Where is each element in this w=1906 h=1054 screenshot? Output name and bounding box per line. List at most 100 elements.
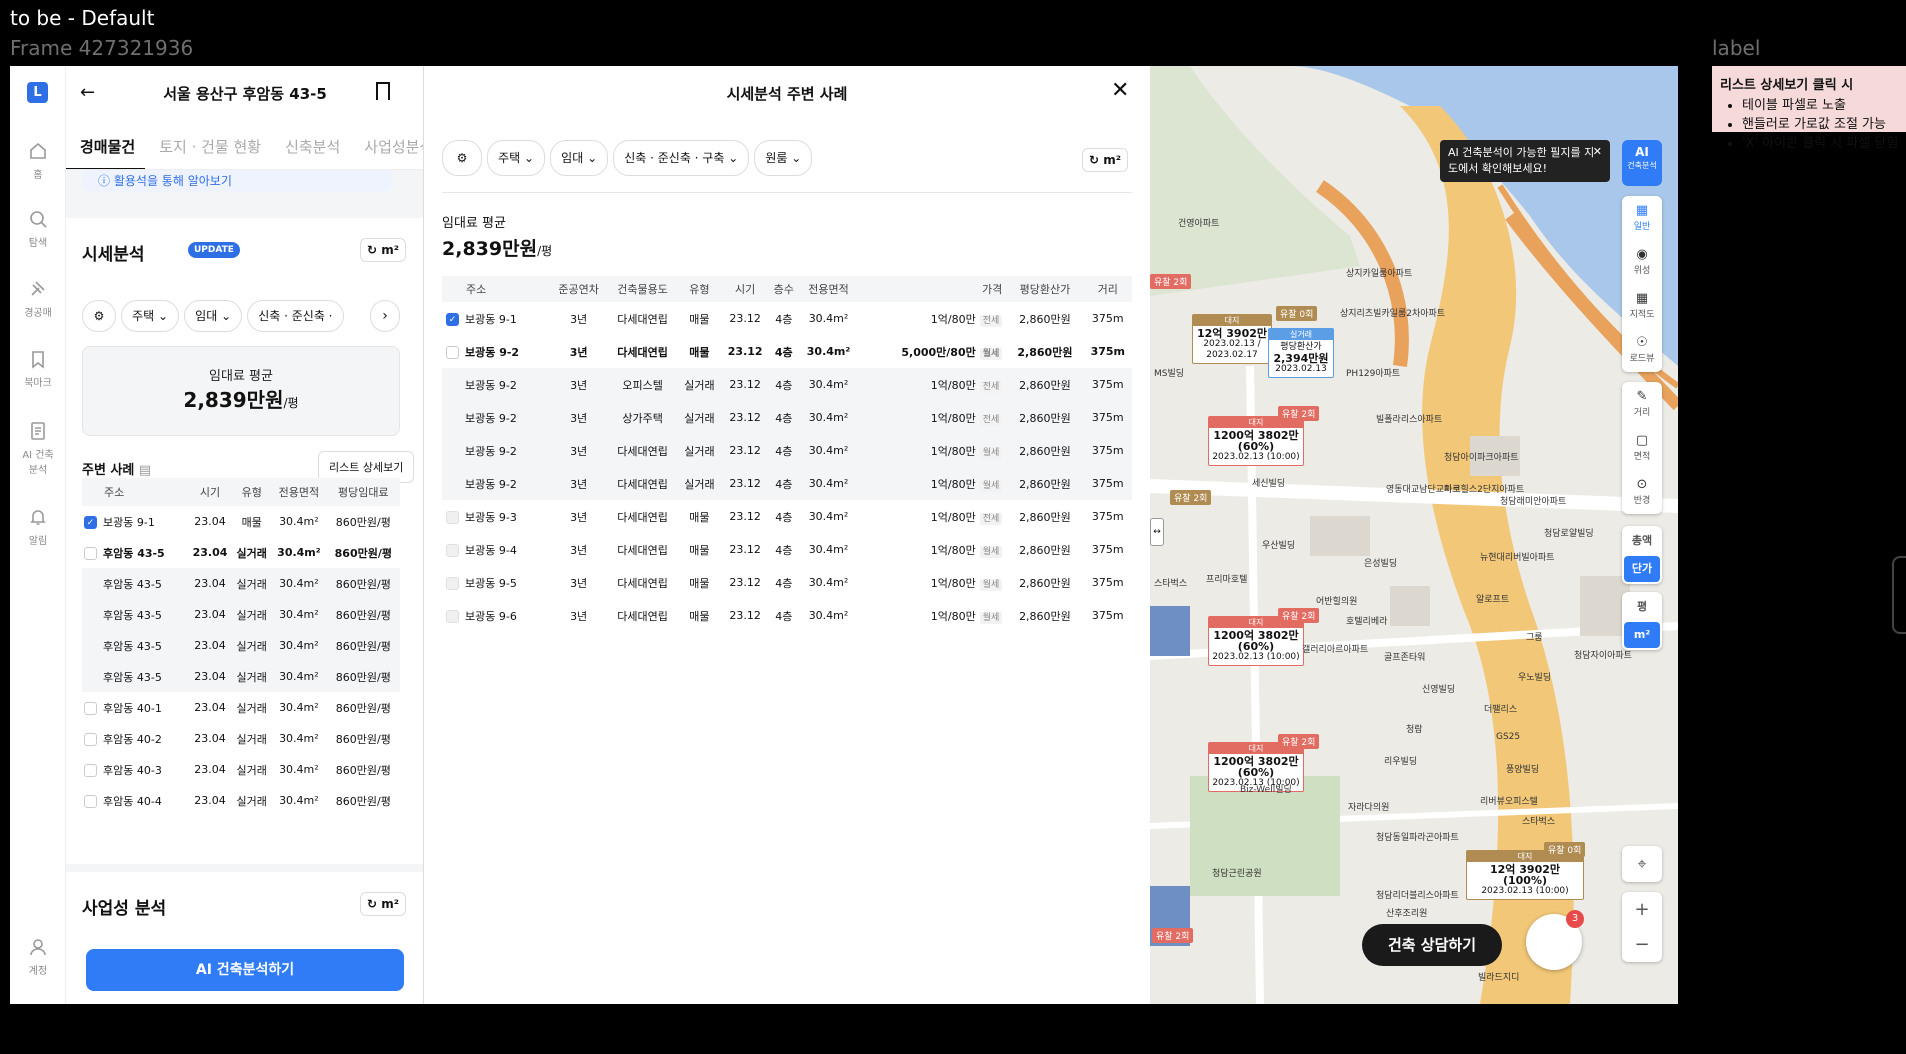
sidebar-item-home[interactable]: 홈: [10, 140, 66, 181]
measure-area-button[interactable]: ▢ 면적: [1622, 426, 1662, 470]
unit-pyeong[interactable]: 평: [1622, 594, 1662, 620]
table-row[interactable]: 후암동 43-5 23.04 실거래 30.4m² 860만원/평: [82, 537, 400, 568]
row-expand-checkbox[interactable]: [84, 547, 97, 560]
row-checkbox[interactable]: ✓: [84, 516, 97, 529]
row-checkbox[interactable]: [446, 544, 459, 557]
map-price-pin[interactable]: 대지 12억 3902만 (100%) 2023.02.13 (10:00): [1466, 850, 1584, 900]
filter-settings-icon[interactable]: ⚙: [82, 300, 116, 332]
layer-satellite-button[interactable]: ◉ 위성: [1622, 240, 1662, 284]
table-row[interactable]: 후암동 40-2 23.04 실거래 30.4m² 860만원/평: [82, 723, 400, 754]
sidebar-item-ai-analysis[interactable]: AI 건축분석: [10, 420, 66, 476]
filter-chip-rent[interactable]: 임대 ⌄: [184, 300, 243, 332]
chevron-right-icon[interactable]: ›: [370, 300, 400, 332]
ai-analysis-map-button[interactable]: AI 건축분석: [1622, 140, 1662, 186]
ai-analysis-button[interactable]: AI 건축분석하기: [86, 949, 404, 991]
row-checkbox[interactable]: [84, 702, 97, 715]
unit-toggle-button[interactable]: ↻ m²: [360, 238, 406, 262]
map-price-pin[interactable]: 대지 12억 3902만 2023.02.13 / 2023.02.17: [1192, 314, 1272, 364]
bookmark-icon[interactable]: [376, 82, 390, 100]
layer-cadastral-button[interactable]: ▦ 지적도: [1622, 284, 1662, 328]
map-price-pin[interactable]: 대지 1200억 3802만 (60%) 2023.02.13 (10:00): [1208, 616, 1304, 666]
note-item: 'X' 아이콘 클릭 시 파셀 닫힘: [1742, 134, 1906, 153]
measure-radius-button[interactable]: ⊙ 반경: [1622, 470, 1662, 514]
filter-chip-age[interactable]: 신축 · 준신축 ·: [247, 300, 344, 332]
layer-normal-button[interactable]: ▦ 일반: [1622, 196, 1662, 240]
row-checkbox[interactable]: [446, 577, 459, 590]
layer-roadview-button[interactable]: ☉ 로드뷰: [1622, 328, 1662, 372]
table-row[interactable]: 후암동 43-5 23.04 실거래 30.4m² 860만원/평: [82, 630, 400, 661]
table-row[interactable]: 후암동 43-5 23.04 실거래 30.4m² 860만원/평: [82, 661, 400, 692]
map-place-label: 더팰리스: [1484, 705, 1518, 715]
cell-address: 보광동 9-5: [442, 566, 550, 599]
table-row[interactable]: 보광동 9-2 3년 다세대연립 실거래 23.12 4층 30.4m² 1억/80만 월세 2,…: [442, 434, 1132, 467]
close-icon[interactable]: ✕: [1111, 78, 1129, 103]
unit-sqm[interactable]: m²: [1624, 622, 1660, 648]
table-row[interactable]: 보광동 9-5 3년 다세대연립 매물 23.12 4층 30.4m² 1억/80만 월세 2,8…: [442, 566, 1132, 599]
cell-period: 23.12: [729, 576, 761, 589]
cell-rent: 860만원/평: [335, 515, 391, 529]
filter-chip-housing[interactable]: 주택 ⌄: [121, 300, 180, 332]
tab-new-build[interactable]: 신축분석: [271, 122, 350, 169]
table-row[interactable]: 보광동 9-4 3년 다세대연립 매물 23.12 4층 30.4m² 1억/80만 월세 2,8…: [442, 533, 1132, 566]
cell-period: 23.12: [729, 543, 761, 556]
map-place-label: 청담동일파라곤아파트: [1376, 833, 1459, 843]
zoom-in-icon[interactable]: +: [1622, 892, 1662, 927]
lease-type-tag: 월세: [979, 446, 1003, 459]
table-row[interactable]: 후암동 43-5 23.04 실거래 30.4m² 860만원/평: [82, 599, 400, 630]
table-row[interactable]: 보광동 9-2 3년 오피스텔 실거래 23.12 4층 30.4m² 1억/80만 전세 2,8…: [442, 368, 1132, 401]
row-checkbox[interactable]: [84, 795, 97, 808]
table-row[interactable]: 보광동 9-2 3년 다세대연립 실거래 23.12 4층 30.4m² 1억/80만 월세 2,…: [442, 467, 1132, 500]
tooltip-close-icon[interactable]: ✕: [1593, 144, 1602, 160]
cell-floor: 4층: [774, 345, 793, 359]
table-row[interactable]: 후암동 40-3 23.04 실거래 30.4m² 860만원/평: [82, 754, 400, 785]
cell-rent: 860만원/평: [335, 732, 391, 746]
measure-distance-button[interactable]: ✎ 거리: [1622, 382, 1662, 426]
table-row[interactable]: 보광동 9-2 3년 다세대연립 매물 23.12 4층 30.4m² 5,000만/80만 월…: [442, 335, 1132, 368]
row-checkbox[interactable]: [446, 511, 459, 524]
unit-toggle-button[interactable]: ↻ m²: [360, 892, 406, 916]
price-mode-total[interactable]: 총액: [1622, 528, 1662, 554]
row-checkbox[interactable]: ✓: [446, 313, 459, 326]
cell-age: 3년: [570, 576, 588, 590]
sidebar-item-bookmark[interactable]: 북마크: [10, 348, 66, 389]
map-view[interactable]: 대지 12억 3902만 2023.02.13 / 2023.02.17 실거래 평당…: [1150, 66, 1678, 1004]
price-mode-unit[interactable]: 단가: [1624, 556, 1660, 582]
split-resize-handle[interactable]: ↔: [1150, 518, 1164, 546]
table-row[interactable]: 후암동 40-4 23.04 실거래 30.4m² 860만원/평: [82, 785, 400, 816]
filter-settings-icon[interactable]: ⚙: [442, 140, 482, 176]
cell-distance: 375m: [1090, 345, 1125, 358]
table-row[interactable]: ✓ 보광동 9-1 3년 다세대연립 매물 23.12 4층 30.4m² 1억/80만 전세 2,…: [442, 302, 1132, 335]
panel-resize-handle[interactable]: [1892, 556, 1906, 634]
locate-icon[interactable]: ⌖: [1622, 846, 1662, 882]
row-checkbox[interactable]: [84, 764, 97, 777]
avg-unit: /평: [537, 244, 553, 258]
sidebar-item-alerts[interactable]: 알림: [10, 506, 66, 547]
zoom-out-icon[interactable]: −: [1622, 927, 1662, 962]
map-price-pin[interactable]: 대지 1200억 3802만 (60%) 2023.02.13 (10:00): [1208, 416, 1304, 466]
tab-auction[interactable]: 경매물건: [66, 122, 146, 169]
table-row[interactable]: 보광동 9-2 3년 상가주택 실거래 23.12 4층 30.4m² 1억/80만 전세 2,8…: [442, 401, 1132, 434]
table-row[interactable]: 후암동 43-5 23.04 실거래 30.4m² 860만원/평: [82, 568, 400, 599]
info-strip[interactable]: ⓘ 활용석을 통해 알아보기: [82, 170, 392, 192]
sidebar-item-auction[interactable]: 경공매: [10, 278, 66, 319]
map-price-pin[interactable]: 실거래 평당환산가 2,394만원 2023.02.13: [1268, 328, 1334, 378]
sidebar-item-account[interactable]: 계정: [10, 936, 66, 977]
table-row[interactable]: ✓ 보광동 9-1 23.04 매물 30.4m² 860만원/평: [82, 506, 400, 537]
table-row[interactable]: 보광동 9-6 3년 다세대연립 매물 23.12 4층 30.4m² 1억/80만 월세 2,8…: [442, 599, 1132, 632]
sidebar-item-search[interactable]: 탐색: [10, 208, 66, 249]
row-checkbox[interactable]: [446, 610, 459, 623]
unit-toggle-button[interactable]: ↻ m²: [1082, 148, 1128, 172]
cell-area: 30.4m²: [808, 312, 849, 325]
filter-chip-rent[interactable]: 임대 ⌄: [550, 140, 609, 176]
logo[interactable]: L: [27, 82, 48, 103]
tab-land-building[interactable]: 토지 · 건물 현황: [145, 122, 271, 169]
tab-feasibility[interactable]: 사업성분석: [350, 122, 423, 169]
table-row[interactable]: 보광동 9-3 3년 다세대연립 매물 23.12 4층 30.4m² 1억/80만 전세 2,8…: [442, 500, 1132, 533]
consult-button[interactable]: 건축 상담하기: [1362, 924, 1502, 966]
filter-chip-room[interactable]: 원룸 ⌄: [754, 140, 813, 176]
filter-chip-housing[interactable]: 주택 ⌄: [487, 140, 546, 176]
row-checkbox[interactable]: [84, 733, 97, 746]
row-expand-checkbox[interactable]: [446, 346, 459, 359]
table-row[interactable]: 후암동 40-1 23.04 실거래 30.4m² 860만원/평: [82, 692, 400, 723]
filter-chip-age[interactable]: 신축 · 준신축 · 구축 ⌄: [613, 140, 750, 176]
